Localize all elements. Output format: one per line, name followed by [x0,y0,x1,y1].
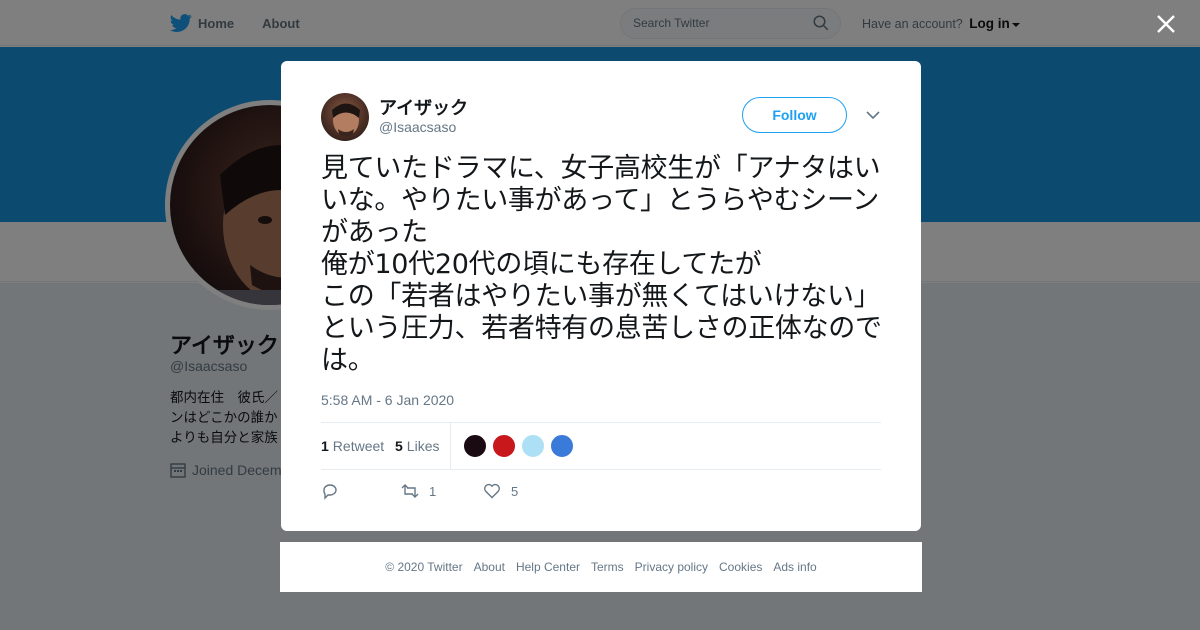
author-avatar[interactable] [321,93,369,141]
tweet-timestamp[interactable]: 5:58 AM - 6 Jan 2020 [321,392,454,408]
copyright-text: © 2020 Twitter [385,560,463,574]
author-name[interactable]: アイザック [379,94,468,120]
footer-link[interactable]: Help Center [516,560,580,574]
heart-icon [484,483,500,499]
liker-avatar[interactable] [463,434,487,458]
likes-label: Likes [406,438,440,454]
tweet-actions: 1 5 [321,481,518,501]
likes-stat[interactable]: 5 Likes [395,423,439,469]
liker-avatar[interactable] [521,434,545,458]
tweet-stats: 1 Retweet 5 Likes [321,422,881,470]
reply-action[interactable] [321,482,401,500]
tweet-text: 見ていたドラマに、女子高校生が「アナタはいいな。やりたい事があって」とうらやむシ… [321,153,882,376]
tweet-modal: アイザック @Isaacsaso Follow 見ていたドラマに、女子高校生が「… [281,61,921,531]
stats-divider [450,423,451,469]
retweet-count: 1 [321,438,329,454]
retweet-action-count: 1 [429,483,437,499]
liker-avatar[interactable] [492,434,516,458]
follow-button[interactable]: Follow [742,97,847,133]
author-avatar-image [332,103,360,137]
like-action-count: 5 [511,483,519,499]
chevron-down-icon[interactable] [865,109,881,121]
retweet-action[interactable]: 1 [401,482,483,500]
retweet-stat[interactable]: 1 Retweet [321,423,384,469]
retweet-icon [401,484,419,498]
footer-link[interactable]: Ads info [773,560,816,574]
retweet-label: Retweet [332,438,385,454]
footer-link[interactable]: Privacy policy [635,560,708,574]
footer-link[interactable]: Terms [591,560,624,574]
like-count: 5 [395,438,403,454]
modal-footer: © 2020 Twitter About Help Center Terms Priva… [280,542,922,592]
author-handle[interactable]: @Isaacsaso [379,119,456,135]
reply-icon [323,484,337,500]
like-action[interactable]: 5 [483,482,518,500]
footer-link[interactable]: Cookies [719,560,762,574]
footer-link[interactable]: About [474,560,505,574]
liker-avatar[interactable] [550,434,574,458]
close-icon[interactable] [1155,13,1177,35]
